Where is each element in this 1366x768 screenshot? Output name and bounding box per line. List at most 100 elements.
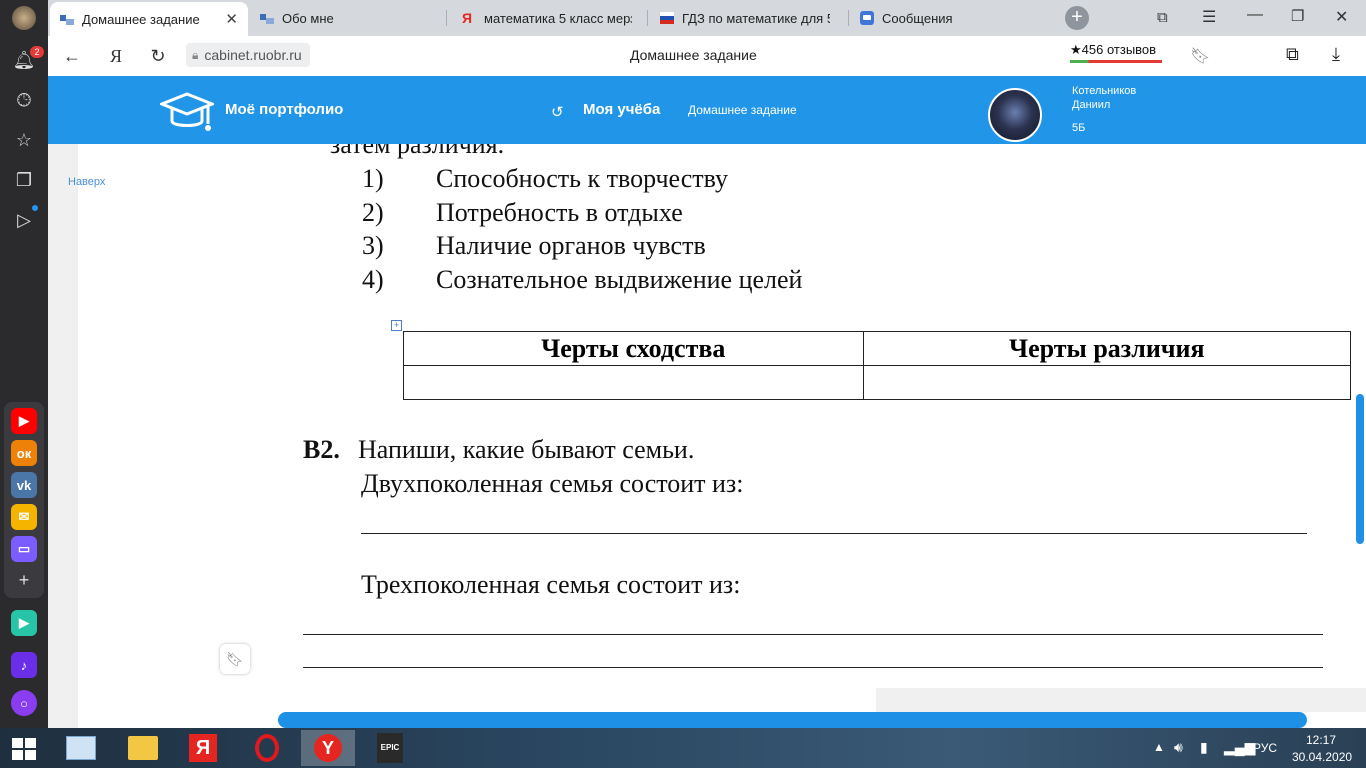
windows-start-icon[interactable] — [12, 738, 36, 760]
epic-games-icon[interactable]: EPIC — [363, 730, 417, 766]
file-explorer-icon[interactable] — [116, 730, 170, 766]
question-b2-label: В2. — [303, 435, 340, 464]
list-item-text: Потребность в отдыхе — [436, 198, 683, 227]
site-header: Моё портфолио ↺ Моя учёба Домашнее задан… — [48, 76, 1366, 144]
vk-icon[interactable]: vk — [11, 472, 37, 498]
notification-badge: 2 — [30, 46, 44, 58]
similarity-table: Черты сходства Черты различия — [403, 331, 1352, 400]
clock-date[interactable]: 30.04.2020 — [1292, 750, 1352, 764]
url-field[interactable]: 🔒︎ cabinet.ruobr.ru — [186, 43, 310, 67]
tabs-list-icon[interactable]: ⧉ — [1157, 9, 1168, 26]
volume-icon[interactable]: 🔊︎ — [1174, 739, 1183, 756]
battery-icon[interactable]: ▮ — [1200, 739, 1208, 756]
nav-homework[interactable]: Домашнее задание — [688, 103, 797, 117]
vertical-scrollbar[interactable] — [1356, 394, 1364, 544]
tab-label: математика 5 класс мерз — [484, 10, 632, 26]
bookmarks-star-icon[interactable]: ☆ — [12, 128, 36, 152]
answer-line — [303, 634, 1323, 635]
alice-icon[interactable]: ○ — [11, 690, 37, 716]
table-cell — [403, 365, 864, 400]
tab-homework[interactable]: Домашнее задание ✕ — [50, 2, 248, 36]
tab-label: Домашнее задание — [82, 11, 200, 27]
menu-icon[interactable]: ☰ — [1202, 7, 1216, 27]
three-generation-prompt: Трехпоколенная семья состоит из: — [361, 570, 741, 599]
table-move-handle[interactable]: + — [391, 320, 402, 331]
brand-portfolio[interactable]: Моё портфолио — [225, 101, 343, 118]
two-generation-prompt: Двухпоколенная семья состоит из: — [361, 469, 744, 498]
browser-sidebar: 🔔︎ 2 🕒︎ ☆ ❐ ▷ ▶ ок vk ✉ ▭ + ▶ ♪ ○ — [0, 0, 48, 728]
intro-fragment: затем различия. — [330, 144, 505, 159]
odnoklassniki-icon[interactable]: ок — [11, 440, 37, 466]
ruobr-favicon-icon — [60, 15, 74, 25]
url-text: cabinet.ruobr.ru — [204, 47, 302, 63]
task-manager-icon[interactable] — [54, 730, 108, 766]
add-app-icon[interactable]: + — [12, 568, 36, 592]
restore-button[interactable]: ❐ — [1291, 7, 1304, 25]
close-tab-icon[interactable]: ✕ — [225, 10, 238, 28]
nav-my-study[interactable]: Моя учёба — [583, 101, 660, 118]
clock-time[interactable]: 12:17 — [1306, 733, 1336, 747]
network-icon[interactable]: ▂▄▆ — [1224, 739, 1255, 756]
list-item-number: 4) — [362, 265, 384, 294]
translate-icon[interactable]: ⧉ — [1286, 44, 1299, 65]
yandex-home-button[interactable]: Я — [104, 44, 128, 68]
left-margin — [48, 144, 78, 728]
tab-label: ГДЗ по математике для 5 — [682, 10, 830, 26]
tab-label: Сообщения — [882, 10, 953, 26]
back-button[interactable]: ← — [60, 44, 84, 68]
user-surname[interactable]: Котельников — [1072, 84, 1136, 98]
answer-line — [303, 667, 1323, 668]
yandex-favicon-icon: Я — [462, 10, 473, 26]
status-dot — [32, 205, 38, 211]
new-tab-button[interactable]: + — [1065, 6, 1089, 30]
tab-messages[interactable]: Сообщения — [850, 4, 1046, 32]
user-avatar[interactable] — [988, 88, 1042, 142]
user-class: 5Б — [1072, 122, 1086, 134]
list-item-number: 2) — [362, 198, 384, 227]
bookmark-icon[interactable]: 🔖︎ — [1190, 46, 1210, 66]
close-window-button[interactable]: ✕ — [1335, 7, 1348, 27]
alice-app-icon[interactable]: ▶ — [11, 610, 37, 636]
list-item-number: 3) — [362, 231, 384, 260]
list-item-text: Способность к творчеству — [436, 164, 728, 193]
tab-math-search[interactable]: Я математика 5 класс мерз — [452, 4, 642, 32]
reload-button[interactable]: ↻ — [146, 44, 170, 68]
page-gap — [876, 688, 1366, 712]
music-app-icon[interactable]: ♪ — [11, 652, 37, 678]
to-top-link[interactable]: Наверх — [68, 176, 105, 188]
opera-icon[interactable] — [240, 730, 294, 766]
messenger-icon[interactable]: ▭ — [11, 536, 37, 562]
video-play-icon[interactable]: ▷ — [12, 208, 36, 232]
russia-flag-icon — [660, 12, 674, 24]
table-header-row: Черты сходства Черты различия — [403, 331, 1352, 366]
site-reviews[interactable]: ★456 отзывов — [1070, 42, 1162, 63]
reviews-text: ★456 отзывов — [1070, 42, 1157, 57]
homework-document-area: Наверх затем различия. 1) Способность к … — [48, 144, 1366, 728]
profile-avatar[interactable] — [12, 6, 36, 30]
tab-separator — [647, 10, 648, 26]
yandex-icon[interactable]: Y — [301, 730, 355, 766]
graduation-cap-icon[interactable] — [160, 90, 214, 136]
minimize-button[interactable]: — — [1247, 6, 1263, 24]
user-first-name[interactable]: Даниил — [1072, 98, 1110, 112]
tab-separator — [848, 10, 849, 26]
refresh-icon[interactable]: ↺ — [551, 103, 564, 121]
page-title: Домашнее задание — [630, 47, 757, 63]
address-bar: ← Я ↻ 🔒︎ cabinet.ruobr.ru Домашнее задан… — [48, 36, 1366, 76]
horizontal-scrollbar[interactable] — [278, 712, 1307, 728]
tray-expand-icon[interactable]: ▲ — [1153, 740, 1165, 754]
bookmark-float-button[interactable]: 🔖︎ — [220, 644, 250, 674]
tab-gdz[interactable]: ГДЗ по математике для 5 — [650, 4, 844, 32]
history-clock-icon[interactable]: 🕒︎ — [12, 88, 36, 112]
list-item-text: Наличие органов чувств — [436, 231, 706, 260]
tab-separator — [446, 10, 447, 26]
download-icon[interactable]: ⤓ — [1332, 44, 1340, 65]
yandex-browser-icon[interactable]: Я — [176, 730, 230, 766]
tab-about-me[interactable]: Обо мне — [250, 4, 440, 32]
collections-icon[interactable]: ❐ — [12, 168, 36, 192]
tab-label: Обо мне — [282, 10, 334, 26]
youtube-icon[interactable]: ▶ — [11, 408, 37, 434]
lock-icon: 🔒︎ — [192, 47, 199, 62]
language-indicator[interactable]: РУС — [1253, 741, 1277, 755]
mail-icon[interactable]: ✉ — [11, 504, 37, 530]
